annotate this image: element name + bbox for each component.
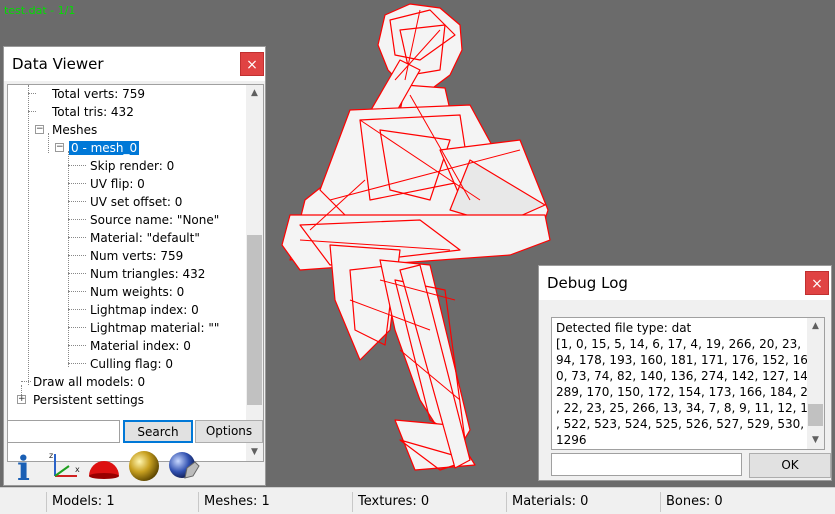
debug-log-title: Debug Log: [547, 274, 628, 292]
tree-item-total-tris[interactable]: Total tris: 432: [52, 103, 134, 121]
log-line: , 22, 23, 25, 266, 13, 34, 7, 8, 9, 11, …: [556, 401, 808, 415]
data-viewer-titlebar[interactable]: Data Viewer ×: [4, 47, 265, 81]
tree-item-draw-all-models[interactable]: Draw all models: 0: [33, 373, 145, 391]
status-models: Models: 1: [46, 492, 198, 512]
tree-scrollbar[interactable]: ▲ ▼: [246, 85, 263, 461]
scroll-down-icon[interactable]: ▼: [246, 444, 263, 461]
info-icon[interactable]: i: [5, 448, 43, 489]
tree-item-mesh-0[interactable]: 0 - mesh_0: [69, 139, 140, 157]
axes-icon[interactable]: z x: [45, 448, 83, 484]
log-line: 289, 170, 150, 172, 154, 173, 166, 184, …: [556, 385, 808, 399]
status-textures: Textures: 0: [352, 492, 506, 512]
expand-icon[interactable]: +: [17, 395, 26, 404]
status-bar: Models: 1 Meshes: 1 Textures: 0 Material…: [0, 487, 835, 514]
tree-item-num-verts[interactable]: Num verts: 759: [90, 247, 183, 265]
tree-item-source-name[interactable]: Source name: "None": [90, 211, 219, 229]
dome-icon[interactable]: [85, 448, 123, 484]
scroll-down-icon[interactable]: ▼: [807, 432, 824, 449]
status-materials: Materials: 0: [506, 492, 660, 512]
data-tree[interactable]: Total verts: 759 Total tris: 432 − Meshe…: [7, 84, 264, 462]
globe-hand-icon[interactable]: [165, 448, 203, 484]
log-line: 0, 73, 74, 82, 140, 136, 274, 142, 127, …: [556, 369, 808, 383]
log-line: [1, 0, 15, 5, 14, 6, 17, 4, 19, 266, 20,…: [556, 337, 802, 351]
close-icon[interactable]: ×: [805, 271, 829, 295]
data-viewer-window: Data Viewer × Total verts: 759 Total tri…: [3, 46, 266, 486]
debug-log-window: Debug Log × Detected file type: dat [1, …: [538, 265, 832, 481]
tree-item-persistent-settings[interactable]: Persistent settings: [33, 391, 144, 409]
tree-item-num-weights[interactable]: Num weights: 0: [90, 283, 184, 301]
scroll-up-icon[interactable]: ▲: [246, 85, 263, 102]
tree-item-uv-set-offset[interactable]: UV set offset: 0: [90, 193, 182, 211]
svg-text:i: i: [17, 449, 30, 484]
svg-text:z: z: [49, 451, 53, 460]
log-line: , 522, 523, 524, 525, 526, 527, 529, 530…: [556, 417, 805, 431]
collapse-icon[interactable]: −: [35, 125, 44, 134]
options-button[interactable]: Options: [195, 420, 263, 443]
tree-item-total-verts[interactable]: Total verts: 759: [52, 85, 145, 103]
debug-log-titlebar[interactable]: Debug Log ×: [539, 266, 831, 300]
search-input[interactable]: [7, 420, 120, 443]
status-bones: Bones: 0: [660, 492, 835, 512]
selected-node-label: 0 - mesh_0: [69, 141, 140, 155]
tree-item-meshes[interactable]: Meshes: [52, 121, 97, 139]
tree-item-material-index[interactable]: Material index: 0: [90, 337, 191, 355]
scroll-thumb[interactable]: [808, 404, 823, 426]
tree-item-culling-flag[interactable]: Culling flag: 0: [90, 355, 173, 373]
scroll-up-icon[interactable]: ▲: [807, 318, 824, 335]
sphere-icon[interactable]: [125, 448, 163, 484]
data-viewer-title: Data Viewer: [12, 55, 104, 73]
status-meshes: Meshes: 1: [198, 492, 352, 512]
tool-toolbar: i z x: [3, 446, 208, 489]
log-output[interactable]: Detected file type: dat [1, 0, 15, 5, 14…: [551, 317, 825, 450]
log-line: 94, 178, 193, 160, 181, 171, 176, 152, 1…: [556, 353, 808, 367]
log-line: Detected file type: dat: [556, 321, 692, 335]
overlay-file-title: test.dat - 1/1: [4, 4, 76, 17]
log-line: 1296: [556, 433, 587, 447]
tree-item-material[interactable]: Material: "default": [90, 229, 200, 247]
tree-item-lightmap-material[interactable]: Lightmap material: "": [90, 319, 219, 337]
svg-text:x: x: [75, 465, 80, 474]
scroll-thumb[interactable]: [247, 235, 262, 405]
ok-button[interactable]: OK: [749, 453, 831, 478]
collapse-icon[interactable]: −: [55, 143, 64, 152]
tree-item-lightmap-index[interactable]: Lightmap index: 0: [90, 301, 199, 319]
close-icon[interactable]: ×: [240, 52, 264, 76]
command-input[interactable]: [551, 453, 742, 476]
tree-item-skip-render[interactable]: Skip render: 0: [90, 157, 174, 175]
search-button[interactable]: Search: [123, 420, 193, 443]
log-scrollbar[interactable]: ▲ ▼: [807, 318, 824, 449]
tree-item-num-triangles[interactable]: Num triangles: 432: [90, 265, 205, 283]
tree-item-uv-flip[interactable]: UV flip: 0: [90, 175, 145, 193]
